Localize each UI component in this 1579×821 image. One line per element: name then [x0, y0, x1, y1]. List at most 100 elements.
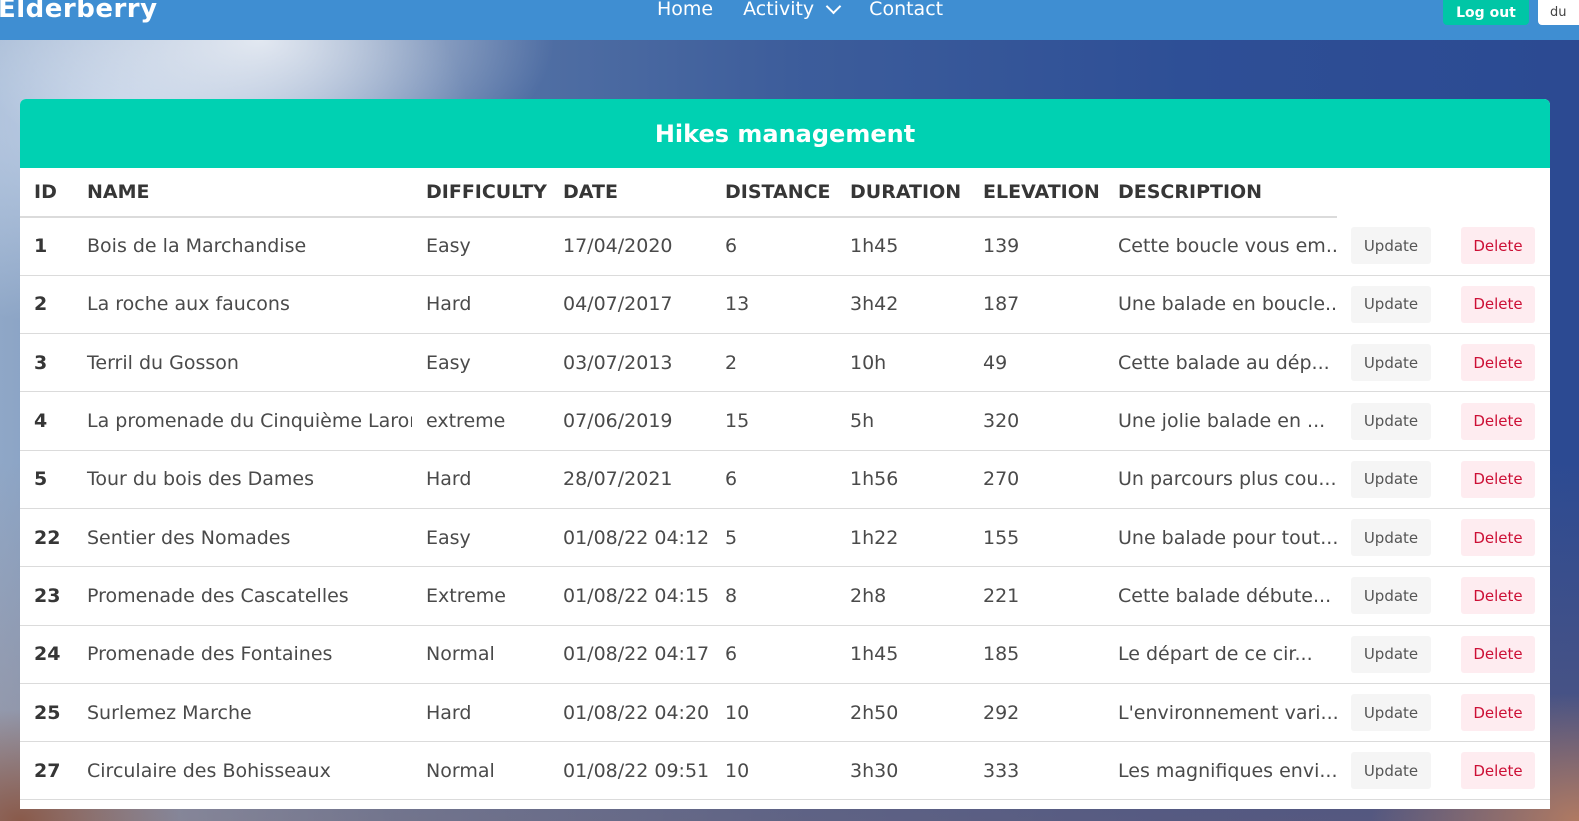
cell-description: Cette balade débute...	[1104, 566, 1337, 626]
delete-button[interactable]: Delete	[1461, 285, 1535, 323]
chevron-down-icon	[825, 0, 842, 14]
header-distance: DISTANCE	[711, 168, 836, 218]
table-row: 5 Tour du bois des Dames Hard 28/07/2021 6 1h…	[20, 450, 1550, 509]
cell-id: 5	[20, 450, 73, 509]
cell-delete: Delete	[1447, 391, 1550, 451]
cell-duration: 1h22	[836, 508, 969, 568]
cell-date: 01/08/22 04:15	[549, 566, 711, 626]
table-row: 25 Surlemez Marche Hard 01/08/22 04:20 10 2h5…	[20, 683, 1550, 743]
header-delete-spacer	[1447, 168, 1550, 217]
update-button[interactable]: Update	[1351, 344, 1431, 382]
cell-description: Une jolie balade en ...	[1104, 391, 1337, 451]
cell-date: 01/08/22 04:17	[549, 625, 711, 684]
cell-name: Sentier des Nomades	[73, 508, 412, 568]
table-row: 27 Circulaire des Bohisseaux Normal 01/08/2…	[20, 741, 1550, 801]
cell-elevation: 270	[969, 450, 1104, 509]
delete-button[interactable]: Delete	[1461, 752, 1535, 790]
delete-button[interactable]: Delete	[1461, 460, 1535, 498]
cell-name: Surlemez Marche	[73, 683, 412, 743]
cell-name: Bois de la Marchandise	[73, 217, 412, 276]
delete-button[interactable]: Delete	[1461, 519, 1535, 557]
cell-id: 1	[20, 217, 73, 276]
cell-id: 23	[20, 566, 73, 626]
cell-description: L'environnement vari...	[1104, 683, 1337, 743]
update-button[interactable]: Update	[1351, 752, 1431, 790]
cell-difficulty: Easy	[412, 333, 549, 393]
cell-date: 17/04/2020	[549, 217, 711, 276]
cell-name: Circulaire des Bohisseaux	[73, 741, 412, 801]
nav-home-link[interactable]: Home	[657, 0, 713, 20]
header-name: NAME	[73, 168, 412, 218]
delete-button[interactable]: Delete	[1461, 577, 1535, 615]
cell-description: Un parcours plus cou...	[1104, 450, 1337, 509]
cell-delete: Delete	[1447, 333, 1550, 393]
delete-button[interactable]: Delete	[1461, 227, 1535, 265]
cell-duration: 1h56	[836, 450, 969, 509]
cell-duration: 1h45	[836, 625, 969, 684]
update-button[interactable]: Update	[1351, 460, 1431, 498]
table-header-row: ID NAME DIFFICULTY DATE DISTANCE DURATIO…	[20, 168, 1550, 218]
cell-difficulty: Normal	[412, 741, 549, 801]
nav-activity-dropdown[interactable]: Activity	[743, 0, 842, 20]
hikes-management-card: Hikes management ID NAME DIFFICULTY DATE…	[20, 99, 1550, 809]
update-button[interactable]: Update	[1351, 402, 1431, 440]
cell-update: Update	[1337, 508, 1447, 568]
cell-delete: Delete	[1447, 508, 1550, 568]
cell-date: 01/08/22 04:12	[549, 508, 711, 568]
header-difficulty: DIFFICULTY	[412, 168, 549, 218]
header-date: DATE	[549, 168, 711, 218]
cell-update: Update	[1337, 217, 1447, 276]
update-button[interactable]: Update	[1351, 285, 1431, 323]
cell-difficulty: Hard	[412, 683, 549, 743]
cell-difficulty: Easy	[412, 217, 549, 276]
cell-difficulty: Extreme	[412, 566, 549, 626]
update-button[interactable]: Update	[1351, 694, 1431, 732]
cell-elevation: 185	[969, 625, 1104, 684]
cell-description: Les magnifiques envi...	[1104, 741, 1337, 801]
cell-delete: Delete	[1447, 450, 1550, 509]
cell-delete: Delete	[1447, 275, 1550, 335]
cell-duration: 3h30	[836, 741, 969, 801]
cell-name: Promenade des Fontaines	[73, 625, 412, 684]
cell-description: Une balade pour tout...	[1104, 508, 1337, 568]
cell-description: Cette boucle vous em...	[1104, 217, 1337, 276]
update-button[interactable]: Update	[1351, 519, 1431, 557]
cell-duration: 2h50	[836, 683, 969, 743]
cell-id: 4	[20, 391, 73, 451]
cell-duration: 10h	[836, 333, 969, 393]
header-description: DESCRIPTION	[1104, 168, 1337, 218]
cell-update: Update	[1337, 333, 1447, 393]
cell-difficulty: Hard	[412, 450, 549, 509]
logout-button[interactable]: Log out	[1443, 0, 1529, 25]
brand-logo[interactable]: Elderberry	[0, 0, 158, 24]
cell-difficulty: Normal	[412, 625, 549, 684]
cell-distance: 6	[711, 625, 836, 684]
cell-delete: Delete	[1447, 741, 1550, 801]
update-button[interactable]: Update	[1351, 227, 1431, 265]
cell-difficulty: Hard	[412, 275, 549, 335]
update-button[interactable]: Update	[1351, 577, 1431, 615]
cell-elevation: 49	[969, 333, 1104, 393]
cell-elevation: 292	[969, 683, 1104, 743]
cell-update: Update	[1337, 450, 1447, 509]
nav-contact-link[interactable]: Contact	[869, 0, 943, 20]
delete-button[interactable]: Delete	[1461, 344, 1535, 382]
table-row: 23 Promenade des Cascatelles Extreme 01/08/…	[20, 566, 1550, 626]
update-button[interactable]: Update	[1351, 635, 1431, 673]
cell-distance: 10	[711, 683, 836, 743]
delete-button[interactable]: Delete	[1461, 402, 1535, 440]
table-body: 1 Bois de la Marchandise Easy 17/04/2020 6 1h…	[20, 217, 1550, 801]
cell-elevation: 139	[969, 217, 1104, 276]
table-row: 3 Terril du Gosson Easy 03/07/2013 2 10h 49 Cet…	[20, 333, 1550, 393]
delete-button[interactable]: Delete	[1461, 635, 1535, 673]
user-button[interactable]: du	[1538, 0, 1579, 25]
cell-duration: 2h8	[836, 566, 969, 626]
cell-elevation: 187	[969, 275, 1104, 335]
cell-update: Update	[1337, 391, 1447, 451]
delete-button[interactable]: Delete	[1461, 694, 1535, 732]
cell-delete: Delete	[1447, 625, 1550, 684]
cell-date: 28/07/2021	[549, 450, 711, 509]
table-row: 4 La promenade du Cinquième Laron extreme 0…	[20, 391, 1550, 451]
navbar: Elderberry Home Activity Contact Log out…	[0, 0, 1579, 40]
cell-date: 01/08/22 04:20	[549, 683, 711, 743]
